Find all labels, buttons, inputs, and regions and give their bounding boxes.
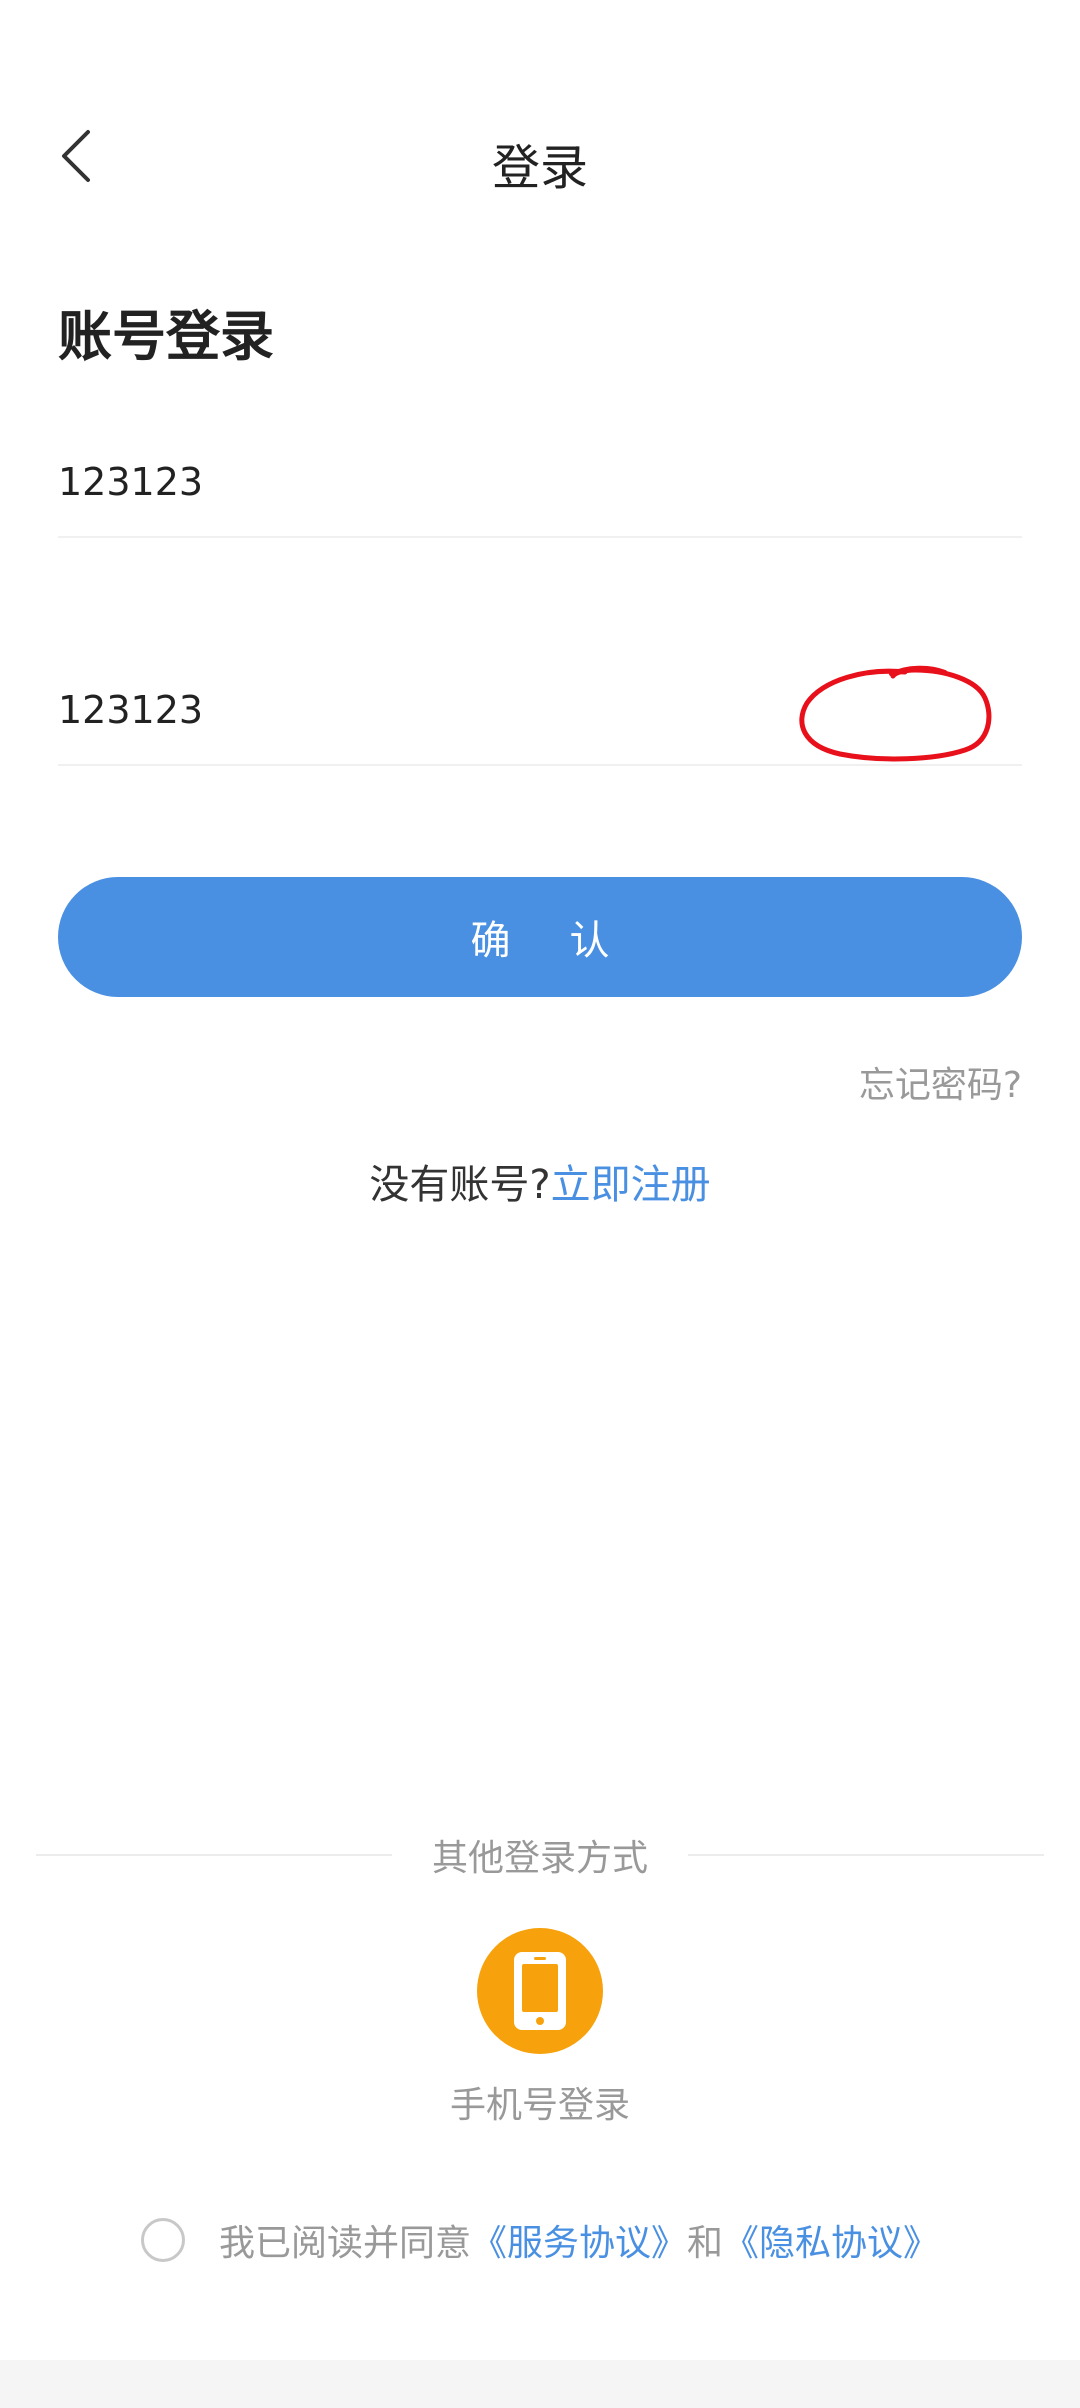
forgot-password-link[interactable]: 忘记密码? xyxy=(859,1056,1022,1108)
other-login-label: 其他登录方式 xyxy=(432,1838,649,1879)
register-row: 没有账号?立即注册 xyxy=(0,1152,1080,1210)
confirm-button[interactable]: 确 认 xyxy=(58,877,1022,997)
phone-login-button[interactable] xyxy=(477,1928,603,2054)
page-title: 登录 xyxy=(491,140,588,196)
agreement-row: 我已阅读并同意 《服务协议》和《隐私协议》 xyxy=(0,2210,1080,2270)
agreement-checkbox[interactable] xyxy=(140,2218,185,2262)
agreement-conjunction: 和 xyxy=(687,2223,724,2264)
agreement-text: 我已阅读并同意 xyxy=(218,2223,471,2264)
red-circle-annotation xyxy=(799,665,992,762)
bottom-navigation-bar xyxy=(0,2360,1080,2408)
phone-login-label: 手机号登录 xyxy=(449,2085,630,2126)
account-input[interactable] xyxy=(58,428,1022,536)
smartphone-icon xyxy=(514,1952,566,2030)
service-agreement-link[interactable]: 《服务协议》 xyxy=(471,2214,687,2266)
account-login-heading: 账号登录 xyxy=(58,305,274,368)
no-account-text: 没有账号? xyxy=(369,1162,551,1208)
privacy-agreement-link[interactable]: 《隐私协议》 xyxy=(723,2214,939,2266)
other-login-divider: 其他登录方式 xyxy=(36,1830,1045,1880)
phone-login-option: 手机号登录 xyxy=(0,1928,1080,2128)
divider-line-right xyxy=(688,1854,1045,1856)
divider-line-left xyxy=(36,1854,392,1856)
login-page: 登录 账号登录 确 认 忘记密码? 没有账号?立即注册 其他登录方式 手机号登录 xyxy=(0,0,1080,2408)
register-link[interactable]: 立即注册 xyxy=(551,1162,711,1208)
account-field xyxy=(58,428,1022,538)
